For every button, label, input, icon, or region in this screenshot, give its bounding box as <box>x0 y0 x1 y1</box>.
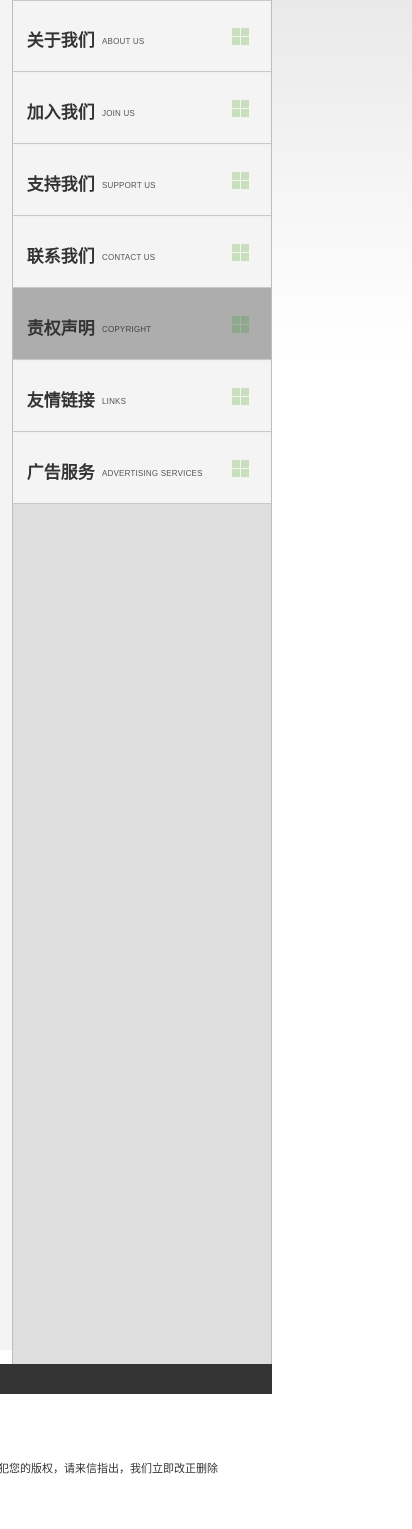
grid-icon <box>232 28 249 45</box>
copyright-notice: 犯您的版权，请来信指出，我们立即改正删除 <box>0 1462 218 1475</box>
grid-icon <box>232 100 249 117</box>
sidebar-item-contact-us[interactable]: 联系我们 CONTACT US <box>13 216 271 288</box>
sidebar-item-sublabel: JOIN US <box>102 109 135 118</box>
footer-bar <box>0 1364 272 1394</box>
grid-icon <box>232 388 249 405</box>
sidebar-item-sublabel: ADVERTISING SERVICES <box>102 469 203 478</box>
sidebar-item-sublabel: LINKS <box>102 397 127 406</box>
grid-icon <box>232 244 249 261</box>
sidebar-item-links[interactable]: 友情链接 LINKS <box>13 360 271 432</box>
sidebar-item-support-us[interactable]: 支持我们 SUPPORT US <box>13 144 271 216</box>
sidebar-item-label: 关于我们 <box>27 31 95 51</box>
content-edge <box>0 0 12 1350</box>
sidebar-menu: 关于我们 ABOUT US 加入我们 JOIN US 支持我们 SUPPORT … <box>13 0 271 504</box>
sidebar-nav: 关于我们 ABOUT US 加入我们 JOIN US 支持我们 SUPPORT … <box>12 0 272 1364</box>
sidebar-item-advertising[interactable]: 广告服务 ADVERTISING SERVICES <box>13 432 271 504</box>
sidebar-item-label: 联系我们 <box>27 247 95 267</box>
sidebar-item-sublabel: SUPPORT US <box>102 181 156 190</box>
sidebar-item-sublabel: ABOUT US <box>102 37 145 46</box>
grid-icon <box>232 172 249 189</box>
sidebar-item-label: 广告服务 <box>27 463 95 483</box>
grid-icon <box>232 460 249 477</box>
sidebar-item-about-us[interactable]: 关于我们 ABOUT US <box>13 0 271 72</box>
sidebar-item-sublabel: COPYRIGHT <box>102 325 152 334</box>
sidebar-item-sublabel: CONTACT US <box>102 253 156 262</box>
sidebar-item-label: 支持我们 <box>27 175 95 195</box>
sidebar-item-join-us[interactable]: 加入我们 JOIN US <box>13 72 271 144</box>
sidebar-item-label: 友情链接 <box>27 391 95 411</box>
sidebar-item-copyright[interactable]: 责权声明 COPYRIGHT <box>13 288 271 360</box>
sidebar-item-label: 责权声明 <box>27 319 95 339</box>
grid-icon <box>232 316 249 333</box>
sidebar-item-label: 加入我们 <box>27 103 95 123</box>
